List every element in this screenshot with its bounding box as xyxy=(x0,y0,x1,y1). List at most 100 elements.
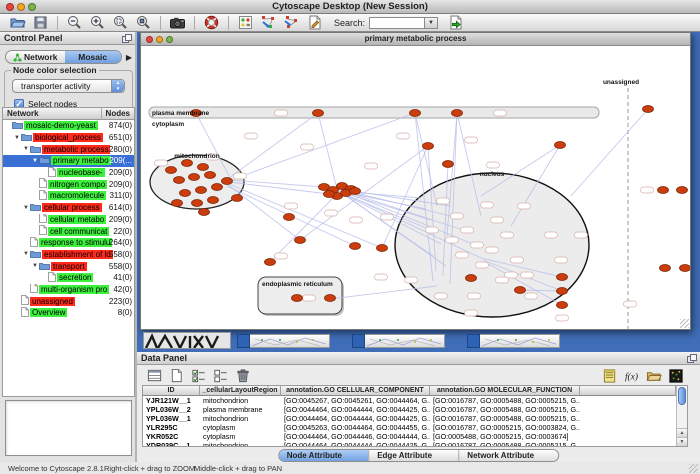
cell-ypl036w-1-2[interactable]: [GO:0044464, GO:0044444, GO:0044425, G..… xyxy=(281,414,430,423)
cell-ypl036w-2-0[interactable]: YPL036W__2 xyxy=(143,405,200,414)
graph-node[interactable] xyxy=(555,142,566,149)
cell-ykr052c-2[interactable]: [GO:0044464, GO:0044446, GO:0044444, G..… xyxy=(281,432,430,441)
notepad-icon[interactable] xyxy=(601,367,617,383)
zoom-fit-icon[interactable] xyxy=(135,14,152,31)
expander-icon[interactable]: ▼ xyxy=(31,263,39,269)
network-snapshot-icon[interactable] xyxy=(169,14,186,31)
graph-node[interactable] xyxy=(189,174,200,181)
tree-row-macromolecule[interactable]: macromolecule311(0) xyxy=(3,190,134,202)
graph-node[interactable] xyxy=(423,143,434,150)
background-window-zoomed-labels[interactable] xyxy=(143,332,231,349)
zoom-in-icon[interactable] xyxy=(89,14,106,31)
attribute-matrix-icon[interactable] xyxy=(667,367,683,383)
apply-spring-layout-icon[interactable] xyxy=(283,14,300,31)
expander-icon[interactable]: ▼ xyxy=(31,158,39,164)
column-header-filler[interactable] xyxy=(580,386,676,396)
tree-row-establishment-of-lo[interactable]: ▼establishment of lo558(0) xyxy=(3,249,134,261)
column-header-annotation-go-cellular-component[interactable]: annotation.GO CELLULAR_COMPONENT xyxy=(281,386,430,396)
expander-icon[interactable]: ▼ xyxy=(22,251,30,257)
function-builder-icon[interactable]: f(x) xyxy=(623,367,639,383)
cell-ykr052c-3[interactable]: [GO:0005488, GO:0005215, GO:0003674] xyxy=(430,432,580,441)
cell-ypl036w-1-3[interactable]: [GO:0016787, GO:0005488, GO:0005215, G..… xyxy=(430,414,580,423)
cell-ypl036w-2-3[interactable]: [GO:0016787, GO:0005488, GO:0005215, G..… xyxy=(430,405,580,414)
graph-node[interactable] xyxy=(212,184,223,191)
cell-ydr039c-1-3[interactable]: [GO:0016787, GO:0005488, GO:0005215, G..… xyxy=(430,441,580,447)
expander-icon[interactable]: ▼ xyxy=(22,146,30,152)
save-session-icon[interactable] xyxy=(32,14,49,31)
graph-node[interactable] xyxy=(174,177,185,184)
cell-ypl036w-2-1[interactable]: plasma membrane xyxy=(200,405,281,414)
tab-network[interactable]: Network xyxy=(6,51,65,63)
graph-node[interactable] xyxy=(660,265,671,272)
app-resize-grip[interactable] xyxy=(689,464,698,473)
cell-ylr295c-1[interactable]: cytoplasm xyxy=(200,423,281,432)
graph-node[interactable] xyxy=(295,237,306,244)
tree-row-metabolic-process[interactable]: ▼metabolic process280(0) xyxy=(3,143,134,155)
column-header-id[interactable]: ID xyxy=(143,386,200,396)
scroll-up-icon[interactable]: ▲ xyxy=(677,428,687,437)
column-header-cellularlayoutregion[interactable]: _cellularLayoutRegion xyxy=(200,386,281,396)
graph-node[interactable] xyxy=(377,245,388,252)
graph-node[interactable] xyxy=(350,243,361,250)
graph-node[interactable] xyxy=(232,195,243,202)
zoom-selected-region-icon[interactable] xyxy=(112,14,129,31)
cell-yjr121w-1-2[interactable]: [GO:0045267, GO:0045261, GO:0044464, G..… xyxy=(281,396,430,405)
float-panel-icon[interactable] xyxy=(687,354,697,363)
cell-ypl036w-1-0[interactable]: YPL036W__1 xyxy=(143,414,200,423)
tree-row-cell-communicat[interactable]: cell communicat22(0) xyxy=(3,225,134,237)
graph-node[interactable] xyxy=(182,160,193,167)
tree-row-multi-organism-pro[interactable]: multi-organism pro42(0) xyxy=(3,284,134,296)
annotation-icon[interactable] xyxy=(306,14,323,31)
graph-node[interactable] xyxy=(292,295,303,302)
window-resize-grip[interactable] xyxy=(680,319,689,328)
cell-ylr295c-0[interactable]: YLR295C xyxy=(143,423,200,432)
tree-row-response-to-stimulu[interactable]: response to stimulu264(0) xyxy=(3,237,134,249)
network-canvas[interactable]: plasma membranecytoplasmmitochondrionnuc… xyxy=(141,46,690,329)
graph-node[interactable] xyxy=(198,164,209,171)
graph-node[interactable] xyxy=(180,190,191,197)
graph-node[interactable] xyxy=(443,161,454,168)
tree-row-mosaic-demo-yeast[interactable]: mosaic-demo-yeast874(0) xyxy=(3,120,134,132)
tree-row-secretion[interactable]: secretion41(0) xyxy=(3,272,134,284)
birdseye-view-panel[interactable] xyxy=(5,400,132,456)
cell-yjr121w-1-3[interactable]: [GO:0016787, GO:0005488, GO:0005215, G..… xyxy=(430,396,580,405)
graph-node[interactable] xyxy=(172,200,183,207)
cell-ykr052c-1[interactable]: cytoplasm xyxy=(200,432,281,441)
cell-yjr121w-1-1[interactable]: mitochondrion xyxy=(200,396,281,405)
apply-layout-icon[interactable] xyxy=(260,14,277,31)
graph-node[interactable] xyxy=(324,191,335,198)
graph-node[interactable] xyxy=(208,197,219,204)
tree-row-biological-process[interactable]: ▼biological_process651(0) xyxy=(3,132,134,144)
tab-edge-attribute-browser[interactable]: Edge Attribute Browser xyxy=(369,450,459,461)
search-input[interactable] xyxy=(369,17,425,29)
graph-node[interactable] xyxy=(196,187,207,194)
tree-row-overview[interactable]: Overview8(0) xyxy=(3,307,134,319)
column-header-annotation-go-molecular-function[interactable]: annotation.GO MOLECULAR_FUNCTION xyxy=(430,386,580,396)
graph-node[interactable] xyxy=(557,302,568,309)
graph-node[interactable] xyxy=(557,288,568,295)
cell-ykr052c-0[interactable]: YKR052C xyxy=(143,432,200,441)
cell-ydr039c-1-0[interactable]: YDR039C__1 xyxy=(143,441,200,447)
network-window-titlebar[interactable]: primary metabolic process xyxy=(141,33,690,46)
tree-row-nitrogen-compo[interactable]: nitrogen compo209(0) xyxy=(3,178,134,190)
graph-node[interactable] xyxy=(350,188,361,195)
expander-icon[interactable]: ▼ xyxy=(13,135,21,141)
graph-node[interactable] xyxy=(265,259,276,266)
select-all-attributes-icon[interactable] xyxy=(190,367,206,383)
import-attributes-icon[interactable] xyxy=(645,367,661,383)
cell-ydr039c-1-2[interactable]: [GO:0044464, GO:0044444, GO:0044425, G..… xyxy=(281,441,430,447)
graph-node[interactable] xyxy=(284,214,295,221)
graph-node[interactable] xyxy=(410,110,421,117)
zoom-out-icon[interactable] xyxy=(66,14,83,31)
scroll-down-icon[interactable]: ▼ xyxy=(677,437,687,446)
background-window-fragment[interactable] xyxy=(467,334,561,348)
graph-node[interactable] xyxy=(205,172,216,179)
graph-node[interactable] xyxy=(466,275,477,282)
help-icon[interactable] xyxy=(203,14,220,31)
graph-node[interactable] xyxy=(557,274,568,281)
graph-node[interactable] xyxy=(452,110,463,117)
tree-row-transport[interactable]: ▼transport558(0) xyxy=(3,260,134,272)
graph-node[interactable] xyxy=(199,209,210,216)
graph-node[interactable] xyxy=(325,295,336,302)
open-session-icon[interactable] xyxy=(9,14,26,31)
